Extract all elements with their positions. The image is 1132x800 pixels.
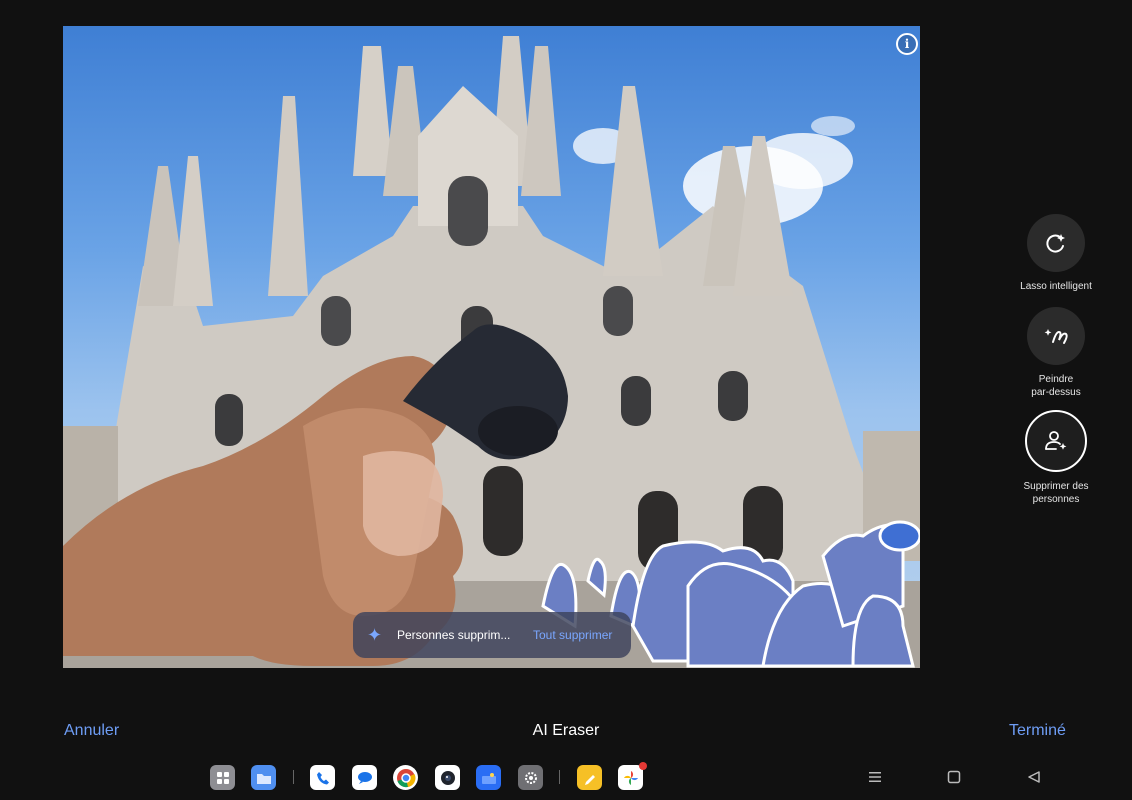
back-icon[interactable] [1025, 768, 1043, 786]
paint-over-label: Peindre par-dessus [1001, 373, 1111, 399]
paint-over-icon [1044, 329, 1068, 344]
smart-lasso-label: Lasso intelligent [1020, 281, 1092, 292]
messages-icon[interactable] [352, 765, 377, 790]
notification-dot [639, 762, 647, 770]
remove-people-label: Supprimer des personnes [1001, 480, 1111, 506]
photo-canvas[interactable] [63, 26, 920, 668]
paint-over-label-line1: Peindre [1038, 374, 1074, 385]
page-title: AI Eraser [532, 722, 600, 739]
recent-apps-icon[interactable] [866, 768, 884, 786]
remove-people-label-line1: Supprimer des [1023, 481, 1089, 492]
phone-icon[interactable] [310, 765, 335, 790]
tool-remove-people[interactable]: Supprimer des personnes [1001, 410, 1111, 506]
done-button[interactable]: Terminé [1009, 722, 1066, 740]
toast-message: Personnes supprim... [397, 628, 511, 642]
gallery-icon[interactable] [476, 765, 501, 790]
home-icon[interactable] [945, 768, 963, 786]
tool-paint-over[interactable]: Peindre par-dessus [1001, 307, 1111, 399]
sparkle-icon: ✦ [367, 624, 383, 645]
chrome-icon[interactable] [393, 765, 418, 790]
cancel-button[interactable]: Annuler [64, 722, 119, 740]
paint-over-label-line2: par-dessus [1031, 387, 1081, 398]
photo-illustration [63, 36, 920, 668]
remove-people-button[interactable] [1025, 410, 1087, 472]
smart-lasso-icon [1046, 234, 1065, 253]
remove-all-button[interactable]: Tout supprimer [533, 628, 612, 642]
notes-icon[interactable] [577, 765, 602, 790]
info-icon[interactable]: i [896, 33, 918, 55]
dock-separator [559, 770, 560, 784]
dock-separator [293, 770, 294, 784]
smart-lasso-button[interactable] [1027, 214, 1085, 272]
remove-people-icon [1045, 431, 1067, 450]
camera-icon[interactable] [435, 765, 460, 790]
people-removed-toast: ✦ Personnes supprim... Tout supprimer [353, 612, 631, 658]
app-drawer-icon[interactable] [210, 765, 235, 790]
tool-smart-lasso[interactable]: Lasso intelligent [1001, 214, 1111, 293]
settings-gear-icon[interactable] [518, 765, 543, 790]
paint-over-button[interactable] [1027, 307, 1085, 365]
remove-people-label-line2: personnes [1032, 494, 1080, 505]
files-icon[interactable] [251, 765, 276, 790]
